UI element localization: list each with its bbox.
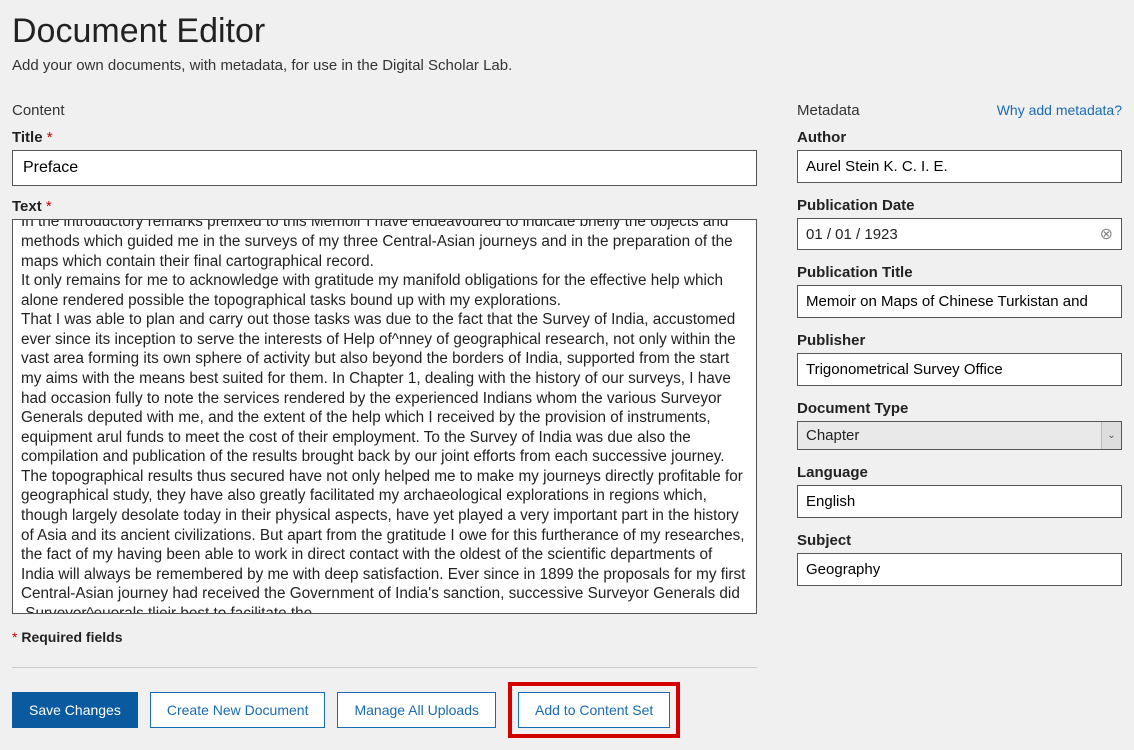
subject-input[interactable] (797, 553, 1122, 586)
language-input[interactable] (797, 485, 1122, 518)
save-changes-button[interactable]: Save Changes (12, 692, 138, 728)
publication-title-label: Publication Title (797, 264, 1122, 281)
clear-date-icon[interactable]: ⊗ (1100, 224, 1113, 244)
author-input[interactable] (797, 150, 1122, 183)
add-to-content-set-button[interactable]: Add to Content Set (518, 692, 670, 728)
manage-all-uploads-button[interactable]: Manage All Uploads (337, 692, 496, 728)
metadata-section-label: Metadata (797, 102, 860, 119)
publication-date-label: Publication Date (797, 197, 1122, 214)
language-label: Language (797, 464, 1122, 481)
why-add-metadata-link[interactable]: Why add metadata? (997, 102, 1122, 118)
title-field-label: Title * (12, 129, 757, 146)
divider (12, 667, 757, 668)
highlight-annotation: Add to Content Set (508, 682, 680, 738)
page-subtitle: Add your own documents, with metadata, f… (12, 57, 1122, 74)
text-field-label: Text * (12, 198, 757, 215)
author-label: Author (797, 129, 1122, 146)
page-title: Document Editor (12, 12, 1122, 51)
title-input[interactable] (12, 150, 757, 186)
publisher-label: Publisher (797, 332, 1122, 349)
subject-label: Subject (797, 532, 1122, 549)
create-new-document-button[interactable]: Create New Document (150, 692, 326, 728)
document-type-select[interactable]: Chapter (797, 421, 1122, 450)
publisher-input[interactable] (797, 353, 1122, 386)
required-fields-note: * Required fields (12, 629, 757, 645)
publication-date-input[interactable]: 01 / 01 / 1923 ⊗ (797, 218, 1122, 250)
content-section-label: Content (12, 102, 757, 119)
text-textarea[interactable] (12, 219, 757, 614)
publication-title-input[interactable] (797, 285, 1122, 318)
document-type-label: Document Type (797, 400, 1122, 417)
